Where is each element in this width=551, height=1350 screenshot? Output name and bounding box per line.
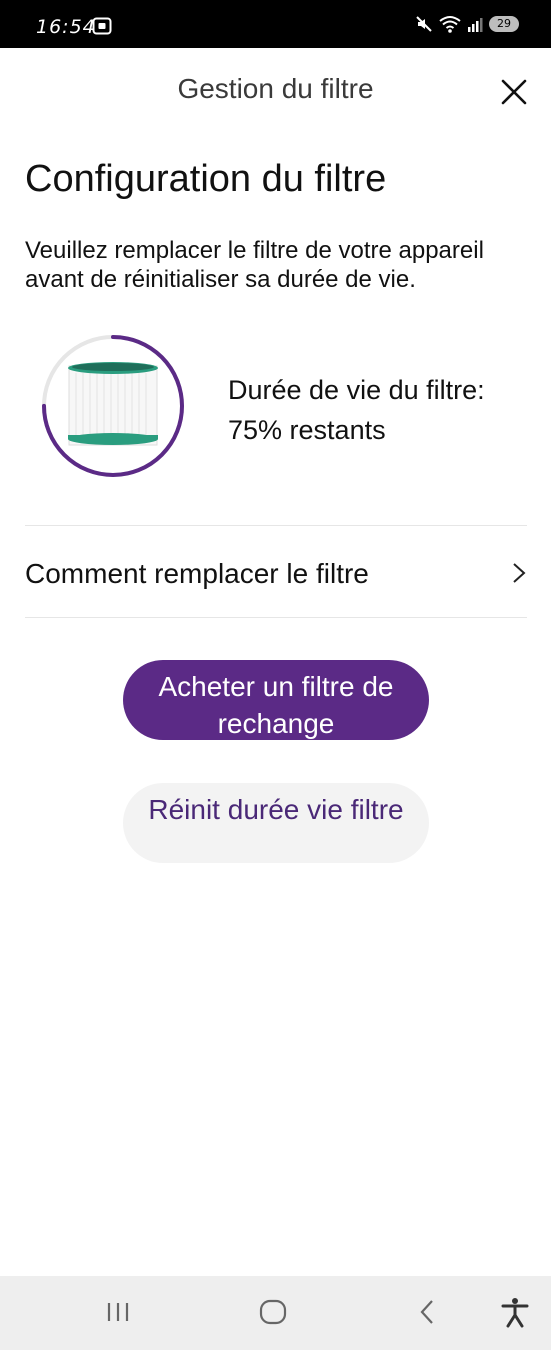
- back-icon[interactable]: [410, 1294, 446, 1330]
- accessibility-icon[interactable]: [497, 1294, 533, 1330]
- recent-apps-icon[interactable]: [100, 1294, 136, 1330]
- status-time: 16:54: [36, 16, 96, 38]
- mute-icon: [416, 16, 432, 32]
- filter-life-text: Durée de vie du filtre: 75% restants: [228, 370, 485, 450]
- divider: [25, 617, 527, 618]
- filter-life-label: Durée de vie du filtre:: [228, 375, 485, 405]
- howto-label: Comment remplacer le filtre: [25, 558, 369, 589]
- status-bar: 16:54 29: [0, 0, 551, 48]
- chevron-right-icon: [513, 563, 526, 583]
- page-title: Configuration du filtre: [25, 158, 387, 200]
- battery-icon: 29: [489, 16, 519, 32]
- navigation-bar: [0, 1276, 551, 1350]
- reset-filter-label: Réinit durée vie filtre: [148, 794, 404, 825]
- home-icon[interactable]: [255, 1294, 291, 1330]
- signal-icon: [468, 18, 483, 32]
- reset-filter-life-button[interactable]: Réinit durée vie filtre: [123, 783, 429, 863]
- buy-filter-button[interactable]: Acheter un filtre de rechange: [123, 660, 429, 740]
- filter-life-remaining: 75% restants: [228, 415, 386, 445]
- filter-life-gauge: [42, 335, 184, 477]
- divider: [25, 525, 527, 526]
- close-icon[interactable]: [498, 76, 530, 108]
- wifi-icon: [439, 16, 461, 33]
- description-text: Veuillez remplacer le filtre de votre ap…: [25, 237, 484, 293]
- filter-image-icon: [68, 362, 158, 446]
- header-title: Gestion du filtre: [177, 73, 374, 104]
- howto-replace-filter-row[interactable]: Comment remplacer le filtre: [25, 527, 527, 617]
- screen-record-icon: [92, 17, 112, 35]
- buy-filter-label: Acheter un filtre de rechange: [158, 671, 394, 739]
